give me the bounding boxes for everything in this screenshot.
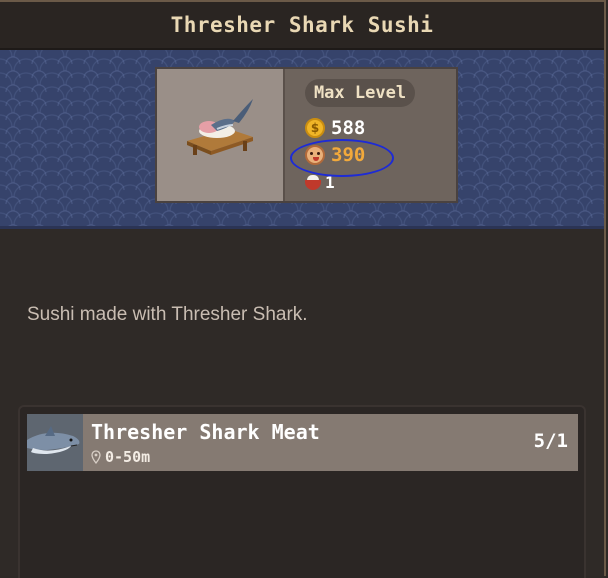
ingredient-row[interactable]: Thresher Shark Meat 0-50m 5/1	[27, 414, 578, 471]
item-description: Sushi made with Thresher Shark.	[27, 304, 308, 325]
depth-range: 0-50m	[105, 448, 151, 466]
recipe-window: Thresher Shark Sushi Max Level $ 588 390…	[0, 0, 606, 578]
item-thumbnail	[157, 69, 285, 201]
ingredient-count: 5/1	[533, 430, 568, 452]
title-bar: Thresher Shark Sushi	[0, 2, 604, 50]
taste-highlight-circle	[290, 139, 394, 177]
max-level-badge: Max Level	[305, 79, 415, 107]
servings-stat: 1	[305, 173, 335, 192]
servings-value: 1	[325, 173, 335, 192]
ingredient-name: Thresher Shark Meat	[91, 420, 320, 444]
price-value: 588	[331, 117, 366, 139]
location-pin-icon	[91, 450, 101, 464]
window-title: Thresher Shark Sushi	[170, 13, 434, 37]
thresher-shark-icon	[27, 414, 83, 471]
shark-sushi-icon	[187, 99, 253, 155]
ingredient-thumbnail	[27, 414, 83, 471]
rice-bowl-icon	[305, 174, 321, 190]
item-card: Max Level $ 588 390 1	[155, 67, 458, 203]
coin-icon: $	[305, 118, 325, 138]
ingredient-location: 0-50m	[91, 448, 150, 466]
price-stat: $ 588	[305, 117, 365, 139]
